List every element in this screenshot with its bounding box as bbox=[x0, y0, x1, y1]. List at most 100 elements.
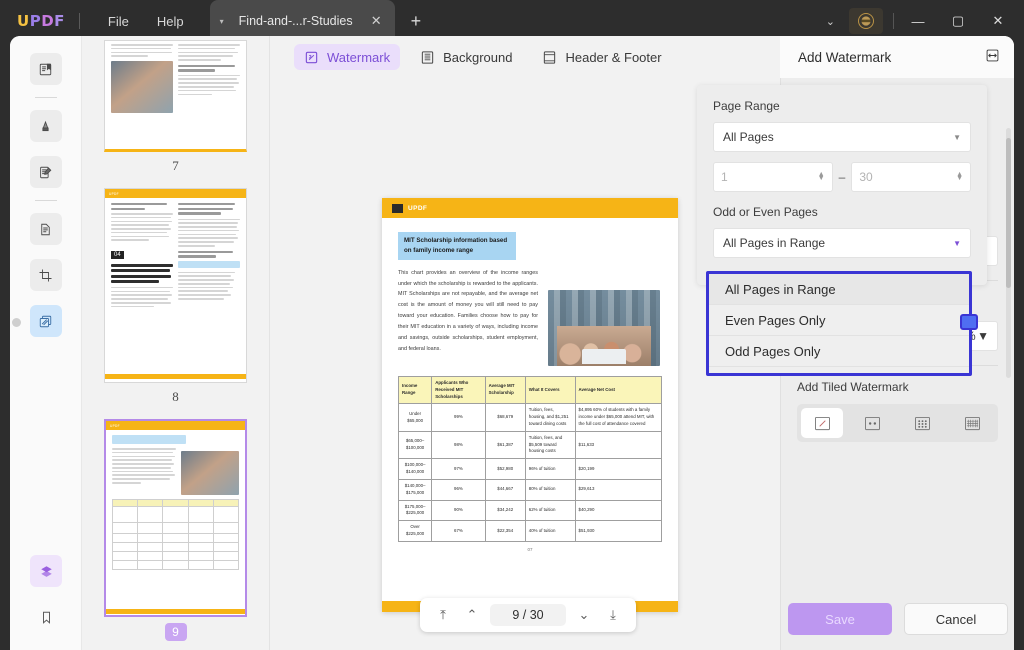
rail-page-organize[interactable] bbox=[29, 213, 62, 245]
table-cell: 80% of tuition bbox=[524, 478, 576, 501]
rail-bookmark[interactable] bbox=[30, 601, 62, 633]
dropdown-option-even-pages-only[interactable]: Even Pages Only bbox=[709, 305, 969, 336]
tile-option-grid-3x3[interactable] bbox=[902, 408, 944, 438]
table-row: $140,000–$175,000 96% $44,667 80% of tui… bbox=[397, 478, 663, 501]
panel-scrollbar-highlight[interactable] bbox=[960, 314, 978, 330]
tab-caret-icon[interactable]: ▾ bbox=[220, 17, 224, 26]
panel-expand-icon[interactable] bbox=[985, 48, 1000, 66]
tile-option-two[interactable] bbox=[851, 408, 893, 438]
dropdown-option-all-pages-in-range[interactable]: All Pages in Range bbox=[709, 274, 969, 305]
new-tab-button[interactable]: + bbox=[411, 12, 422, 30]
thumbnail-page-9[interactable]: UPDF bbox=[104, 419, 247, 617]
rail-watermark[interactable] bbox=[29, 305, 62, 337]
tab-close-icon[interactable]: ✕ bbox=[368, 13, 385, 29]
panel-scrollbar[interactable] bbox=[1006, 128, 1011, 378]
table-cell: $22,354 bbox=[484, 520, 526, 542]
thumb9-footer-bar bbox=[106, 609, 245, 614]
page-range-to-input[interactable]: 30 ▲ ▼ bbox=[851, 162, 971, 192]
page-range-value: All Pages bbox=[723, 130, 774, 144]
page-number-input[interactable]: 9 / 30 bbox=[490, 604, 566, 626]
tab-background[interactable]: Background bbox=[410, 44, 522, 70]
tab-header-footer[interactable]: Header & Footer bbox=[532, 44, 671, 70]
rail-drag-handle[interactable] bbox=[12, 318, 21, 327]
rail-edit[interactable] bbox=[29, 156, 62, 188]
menu-file[interactable]: File bbox=[94, 10, 143, 33]
table-row: $175,000–$225,000 90% $34,242 62% of tui… bbox=[397, 499, 663, 522]
thumb9-header-bar: UPDF bbox=[106, 421, 245, 430]
rail-highlight[interactable] bbox=[29, 110, 62, 142]
page-range-chevron-down-icon[interactable]: ▼ bbox=[953, 133, 961, 142]
first-page-icon[interactable]: ⤒ bbox=[432, 607, 454, 623]
page-range-to-value: 30 bbox=[859, 170, 873, 184]
premium-badge-icon[interactable] bbox=[849, 8, 883, 34]
table-row: Under $65,000 99% $68,679 Tuition, fees,… bbox=[397, 403, 663, 432]
table-cell: $11,633 bbox=[574, 430, 663, 460]
rail-separator-1 bbox=[34, 97, 57, 98]
thumbnail-panel[interactable]: 7 UPDF 04 8 UPDF 9 bbox=[82, 36, 270, 650]
tool-rail bbox=[10, 36, 82, 650]
rail-separator-2 bbox=[34, 200, 57, 201]
page-navigation-bar[interactable]: ⤒ ⌃ 9 / 30 ⌄ ⤓ bbox=[420, 598, 636, 632]
menu-help[interactable]: Help bbox=[143, 10, 198, 33]
page-data-table: Income Range Applicants Who Received MIT… bbox=[397, 375, 663, 542]
logo-letter-u: U bbox=[17, 12, 30, 30]
cancel-button[interactable]: Cancel bbox=[904, 603, 1008, 635]
table-cell: $100,000–$140,000 bbox=[397, 458, 433, 480]
table-body: Under $65,000 99% $68,679 Tuition, fees,… bbox=[397, 403, 663, 542]
tiled-label: Add Tiled Watermark bbox=[797, 380, 909, 394]
thumb8-footer-bar bbox=[105, 374, 246, 379]
maximize-button[interactable]: ▢ bbox=[938, 6, 978, 36]
save-button[interactable]: Save bbox=[788, 603, 892, 635]
panel-title: Add Watermark bbox=[798, 49, 892, 65]
chevron-down-icon[interactable]: ⌄ bbox=[812, 15, 849, 28]
thumb8-header-bar: UPDF bbox=[105, 189, 246, 198]
rail-layers[interactable] bbox=[30, 555, 62, 587]
table-cell: $51,930 bbox=[574, 520, 663, 542]
table-cell: 96% of tuition bbox=[524, 458, 576, 480]
tab-watermark[interactable]: Watermark bbox=[294, 44, 401, 70]
table-header-cell: Average MIT Scholarship bbox=[484, 375, 526, 405]
table-cell: Tuition, fees, housing, and $1,251 towar… bbox=[524, 403, 576, 432]
table-header-row: Income Range Applicants Who Received MIT… bbox=[397, 375, 663, 405]
tab-watermark-label: Watermark bbox=[327, 49, 391, 65]
thumbnail-page-8[interactable]: UPDF 04 bbox=[104, 188, 247, 383]
tile-option-single[interactable] bbox=[801, 408, 844, 438]
to-stepper-icon[interactable]: ▲ ▼ bbox=[956, 171, 963, 182]
last-page-icon[interactable]: ⤓ bbox=[602, 607, 624, 623]
thumbnail-page-7[interactable] bbox=[104, 40, 247, 152]
page-range-inputs: 1 ▲ ▼ – 30 ▲ ▼ bbox=[713, 162, 971, 192]
previous-page-icon[interactable]: ⌃ bbox=[461, 607, 483, 623]
opacity-chevron-down-icon[interactable]: ▼ bbox=[977, 329, 989, 343]
table-cell: $40,290 bbox=[574, 499, 663, 522]
window-controls-divider bbox=[893, 13, 894, 29]
rail-reader[interactable] bbox=[29, 53, 62, 85]
rail-crop[interactable] bbox=[29, 259, 62, 291]
table-cell: $52,980 bbox=[484, 458, 526, 480]
odd-even-label: Odd or Even Pages bbox=[713, 205, 818, 219]
thumb9-mini-table bbox=[111, 499, 240, 570]
close-window-button[interactable]: ✕ bbox=[978, 6, 1018, 36]
next-page-icon[interactable]: ⌄ bbox=[573, 607, 595, 623]
from-stepper-icon[interactable]: ▲ ▼ bbox=[818, 171, 825, 182]
page-folio: 07 bbox=[527, 546, 533, 552]
tile-option-grid-dense[interactable] bbox=[952, 408, 994, 438]
page-paragraph: This chart provides an overview of the i… bbox=[398, 269, 538, 352]
odd-even-chevron-down-icon[interactable]: ▼ bbox=[953, 239, 961, 248]
odd-even-select[interactable]: All Pages in Range ▼ bbox=[713, 228, 971, 258]
minimize-button[interactable]: — bbox=[898, 6, 938, 36]
grid-3x3-icon bbox=[915, 416, 931, 430]
table-header-cell: Income Range bbox=[397, 375, 433, 405]
page-range-select[interactable]: All Pages ▼ bbox=[713, 122, 971, 152]
dropdown-option-odd-pages-only[interactable]: Odd Pages Only bbox=[709, 336, 969, 367]
page-range-from-input[interactable]: 1 ▲ ▼ bbox=[713, 162, 833, 192]
odd-even-dropdown-list[interactable]: All Pages in Range Even Pages Only Odd P… bbox=[706, 271, 972, 376]
panel-scrollbar-thumb[interactable] bbox=[1006, 138, 1011, 288]
table-cell: $29,613 bbox=[574, 478, 663, 501]
table-cell: Over $225,000 bbox=[397, 520, 433, 542]
header-footer-icon bbox=[544, 50, 556, 64]
page-range-label: Page Range bbox=[713, 99, 780, 113]
titlebar-divider bbox=[78, 13, 80, 29]
rail-bottom-group bbox=[10, 548, 82, 640]
tab-title: Find-and-...r-Studies bbox=[238, 14, 353, 28]
panel-footer: Save Cancel bbox=[781, 588, 1014, 650]
